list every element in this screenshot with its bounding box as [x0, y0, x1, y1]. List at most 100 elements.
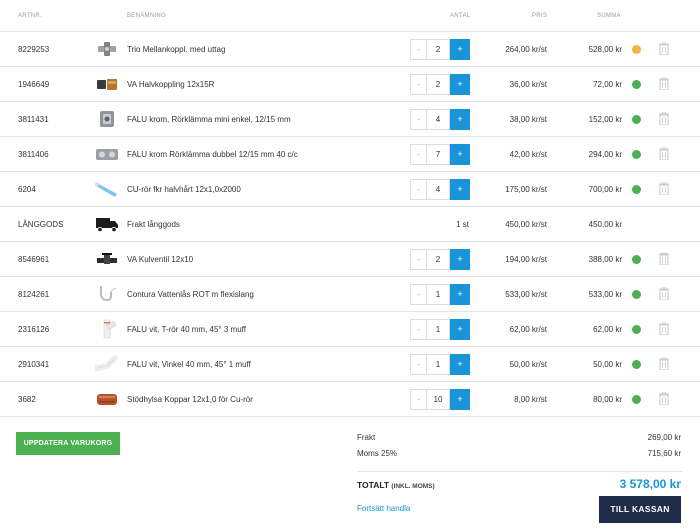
update-cart-button[interactable]: UPPDATERA VARUKORG	[16, 432, 120, 455]
article-number: LÅNGGODS	[18, 220, 64, 229]
unit-price: 38,00 kr/st	[509, 115, 547, 124]
row-total: 50,00 kr	[593, 360, 622, 369]
product-name[interactable]: Frakt långgods	[127, 220, 180, 229]
cart-row: 3811431 FALU krom, Rörklämma mini enkel, …	[0, 102, 700, 137]
row-total: 294,00 kr	[588, 150, 622, 159]
trash-icon[interactable]	[659, 146, 669, 161]
quantity-stepper: -2 +	[410, 74, 470, 95]
quantity-stepper: -4 +	[410, 109, 470, 130]
product-name[interactable]: Trio Mellankoppl. med uttag	[127, 45, 225, 54]
quantity-input[interactable]: 1	[426, 354, 450, 375]
decrease-quantity-button[interactable]: -	[410, 249, 426, 270]
copper-pipe-icon	[95, 179, 119, 199]
article-number: 2910341	[18, 360, 50, 369]
row-total: 700,00 kr	[588, 185, 622, 194]
t-pipe-icon	[95, 319, 119, 339]
product-name[interactable]: VA Kulventil 12x10	[127, 255, 193, 264]
trash-icon[interactable]	[659, 76, 669, 91]
stock-status-dot	[632, 150, 641, 159]
quantity-input[interactable]: 7	[426, 144, 450, 165]
quantity-input[interactable]: 1	[426, 319, 450, 340]
total-row: TOTALT (INKL. MOMS) 3 578,00 kr	[357, 471, 683, 497]
decrease-quantity-button[interactable]: -	[410, 144, 426, 165]
product-name[interactable]: FALU krom, Rörklämma mini enkel, 12/15 m…	[127, 115, 291, 124]
decrease-quantity-button[interactable]: -	[410, 109, 426, 130]
increase-quantity-button[interactable]: +	[450, 354, 470, 375]
quantity-input[interactable]: 2	[426, 39, 450, 60]
trash-icon[interactable]	[659, 391, 669, 406]
increase-quantity-button[interactable]: +	[450, 249, 470, 270]
cart-row: 6204 CU-rör fkr halvhårt 12x1,0x2000-4 +17…	[0, 172, 700, 207]
continue-shopping-link[interactable]: Fortsätt handla	[357, 504, 410, 513]
decrease-quantity-button[interactable]: -	[410, 319, 426, 340]
row-total: 80,00 kr	[593, 395, 622, 404]
decrease-quantity-button[interactable]: -	[410, 354, 426, 375]
row-total: 62,00 kr	[593, 325, 622, 334]
increase-quantity-button[interactable]: +	[450, 389, 470, 410]
cart-row: 3811406 FALU krom Rörklämma dubbel 12/15 …	[0, 137, 700, 172]
increase-quantity-button[interactable]: +	[450, 319, 470, 340]
double-clamp-icon	[95, 144, 119, 164]
unit-price: 62,00 kr/st	[509, 325, 547, 334]
quantity-input[interactable]: 2	[426, 74, 450, 95]
stock-status-dot	[632, 185, 641, 194]
trash-icon[interactable]	[659, 251, 669, 266]
row-total: 533,00 kr	[588, 290, 622, 299]
quantity-input[interactable]: 1	[426, 284, 450, 305]
header-summa: SUMMA	[597, 13, 621, 19]
product-name[interactable]: FALU krom Rörklämma dubbel 12/15 mm 40 c…	[127, 150, 298, 159]
product-name[interactable]: VA Halvkoppling 12x15R	[127, 80, 214, 89]
stock-status-dot	[632, 115, 641, 124]
unit-price: 8,00 kr/st	[514, 395, 547, 404]
increase-quantity-button[interactable]: +	[450, 39, 470, 60]
increase-quantity-button[interactable]: +	[450, 144, 470, 165]
article-number: 8546961	[18, 255, 50, 264]
decrease-quantity-button[interactable]: -	[410, 284, 426, 305]
quantity-input[interactable]: 2	[426, 249, 450, 270]
unit-price: 42,00 kr/st	[509, 150, 547, 159]
quantity-text: 1 st	[456, 220, 469, 229]
unit-price: 264,00 kr/st	[505, 45, 547, 54]
product-name[interactable]: CU-rör fkr halvhårt 12x1,0x2000	[127, 185, 241, 194]
checkout-button[interactable]: TILL KASSAN	[599, 496, 681, 523]
decrease-quantity-button[interactable]: -	[410, 39, 426, 60]
trash-icon[interactable]	[659, 181, 669, 196]
quantity-stepper: -2 +	[410, 39, 470, 60]
cart-row: 2910341 FALU vit, Vinkel 40 mm, 45° 1 muf…	[0, 347, 700, 382]
increase-quantity-button[interactable]: +	[450, 179, 470, 200]
stock-status-dot	[632, 80, 641, 89]
product-name[interactable]: Contura Vattenlås ROT m flexislang	[127, 290, 254, 299]
unit-price: 450,00 kr/st	[505, 220, 547, 229]
article-number: 2316126	[18, 325, 50, 334]
unit-price: 175,00 kr/st	[505, 185, 547, 194]
cart-row: 8229253 Trio Mellankoppl. med uttag -2 +264…	[0, 32, 700, 67]
decrease-quantity-button[interactable]: -	[410, 179, 426, 200]
trash-icon[interactable]	[659, 321, 669, 336]
quantity-stepper: -1 +	[410, 319, 470, 340]
quantity-input[interactable]: 4	[426, 109, 450, 130]
fitting-tee-icon	[95, 39, 119, 59]
increase-quantity-button[interactable]: +	[450, 74, 470, 95]
quantity-input[interactable]: 4	[426, 179, 450, 200]
cart-row: 1946649 VA Halvkoppling 12x15R -2 +36,00 kr…	[0, 67, 700, 102]
vat-row: Moms 25% 715,60 kr	[357, 449, 683, 465]
article-number: 8229253	[18, 45, 50, 54]
quantity-input[interactable]: 10	[426, 389, 450, 410]
product-name[interactable]: FALU vit, T-rör 40 mm, 45° 3 muff	[127, 325, 246, 334]
stock-status-dot	[632, 255, 641, 264]
trash-icon[interactable]	[659, 111, 669, 126]
increase-quantity-button[interactable]: +	[450, 284, 470, 305]
decrease-quantity-button[interactable]: -	[410, 389, 426, 410]
trash-icon[interactable]	[659, 286, 669, 301]
increase-quantity-button[interactable]: +	[450, 109, 470, 130]
product-name[interactable]: FALU vit, Vinkel 40 mm, 45° 1 muff	[127, 360, 251, 369]
trash-icon[interactable]	[659, 41, 669, 56]
trash-icon[interactable]	[659, 356, 669, 371]
product-name[interactable]: Stödhylsa Koppar 12x1,0 för Cu-rör	[127, 395, 253, 404]
stock-status-dot	[632, 360, 641, 369]
quantity-stepper: -7 +	[410, 144, 470, 165]
stock-status-dot	[632, 45, 641, 54]
cart-row: 8124261 Contura Vattenlås ROT m flexislan…	[0, 277, 700, 312]
cart-row: LÅNGGODS Frakt långgods 1 st 450,00 kr/st 45…	[0, 207, 700, 242]
decrease-quantity-button[interactable]: -	[410, 74, 426, 95]
